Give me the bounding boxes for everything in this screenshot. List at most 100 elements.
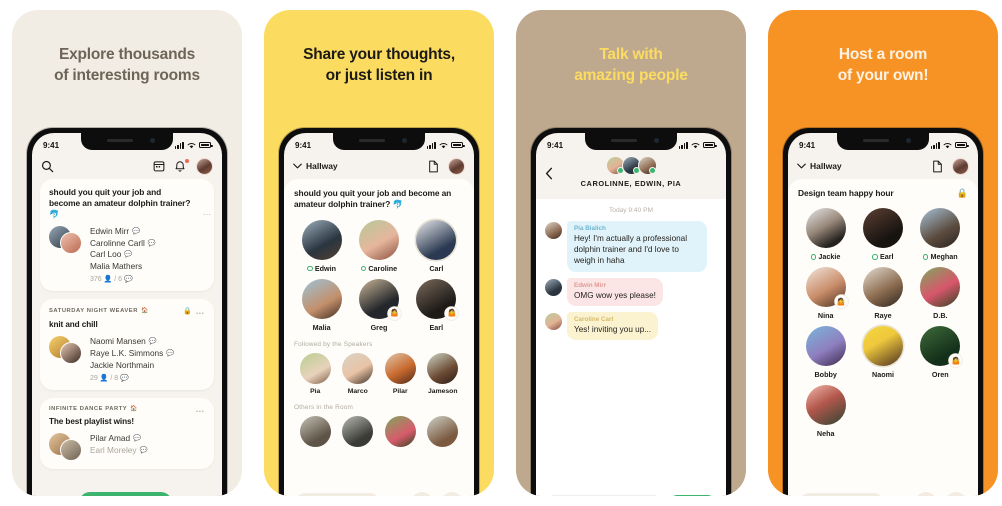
avatar[interactable]: [196, 157, 213, 175]
others-grid: [294, 415, 465, 447]
speaker-name: Carolinne Carll 💬: [90, 237, 156, 248]
bottom-bar: + Start a room: [32, 486, 222, 496]
hallway-label: Hallway: [810, 161, 842, 171]
lock-icon: 🔒: [183, 308, 193, 316]
avatar: [299, 352, 331, 384]
speaker-item[interactable]: 🤷 Earl: [409, 278, 464, 332]
person-item[interactable]: Marco: [337, 352, 380, 395]
avatar: [384, 352, 416, 384]
avatar: [920, 208, 961, 249]
chat-message: Edwin Mirr OMG wow yes please!: [545, 277, 717, 306]
speaker-item[interactable]: 🤷 Oren: [913, 326, 968, 379]
start-room-button[interactable]: + Start a room: [79, 492, 173, 496]
room-card-title: should you quit your job and become an a…: [49, 187, 191, 219]
speaker-item[interactable]: Bobby: [798, 326, 853, 379]
speaker-item[interactable]: Jackie: [798, 208, 853, 261]
person-item[interactable]: [294, 415, 337, 447]
status-time: 9:41: [799, 140, 816, 150]
speaker-item[interactable]: 🤷 Nina: [798, 267, 853, 320]
phone-notch: [585, 133, 677, 150]
speaker-name: Malia: [312, 322, 331, 332]
room-card[interactable]: INFINITE DANCE PARTY 🏠 … The best playli…: [40, 398, 214, 470]
message-author: Pia Bialich: [574, 225, 606, 232]
hallway-dropdown[interactable]: Hallway: [293, 161, 338, 171]
lock-icon: 🔒: [956, 188, 968, 198]
app-header: [32, 153, 222, 179]
speaker-name: Earl: [429, 322, 444, 332]
phone-frame: 9:41 Hallway: [279, 128, 479, 496]
avatar[interactable]: [448, 157, 465, 175]
message-text: OMG wow yes please!: [574, 290, 656, 300]
leave-quietly-button[interactable]: ✋ Leave quietly: [799, 492, 885, 496]
speaker-item[interactable]: D.B.: [913, 267, 968, 320]
avatar: 🤷: [416, 278, 459, 320]
chat-glyph-icon: 💬: [124, 251, 133, 259]
document-icon[interactable]: [428, 160, 439, 173]
message-input[interactable]: [546, 494, 663, 496]
room-card[interactable]: SATURDAY NIGHT WEAVER 🏠 🔒 … knit and chi…: [40, 299, 214, 391]
avatar: [862, 326, 903, 367]
speaker-name: Carl Loo 💬: [90, 249, 133, 260]
avatar: [637, 156, 657, 175]
message-author: Edwin Mirr: [574, 281, 607, 289]
create-room-button[interactable]: + Room: [669, 494, 716, 496]
speaker-item[interactable]: Meghan: [913, 208, 968, 261]
room-card-menu[interactable]: …: [195, 405, 205, 414]
add-people-button[interactable]: +: [915, 492, 937, 496]
message-bubble: Pia Bialich Hey! I'm actually a professi…: [567, 221, 707, 272]
room-card-menu[interactable]: …: [195, 307, 205, 316]
speaker-item[interactable]: Edwin: [294, 219, 349, 273]
speaker-item[interactable]: Raye: [855, 267, 910, 320]
hallway-label: Hallway: [306, 161, 338, 171]
hallway-dropdown[interactable]: Hallway: [797, 161, 842, 171]
avatar: [920, 267, 961, 308]
speaker-item[interactable]: Neha: [798, 385, 853, 438]
speaker-names: Edwin Mirr 💬 Carolinne Carll 💬 Carl Loo 💬 M…: [90, 226, 205, 283]
raise-hand-button[interactable]: ✋: [945, 492, 967, 496]
phone-frame: 9:41 Hallway: [783, 128, 983, 496]
house-icon: 🏠: [140, 308, 149, 315]
person-item[interactable]: [379, 415, 422, 447]
room-card-menu[interactable]: …: [202, 208, 212, 217]
speaker-name: Raye: [874, 311, 892, 321]
battery-icon: [451, 142, 465, 148]
speaker-item[interactable]: Malia: [294, 278, 349, 332]
wifi-icon: [439, 142, 448, 148]
speaker-name: Neha: [816, 429, 835, 439]
room-counts: 29 👤 / 8 💬: [90, 375, 129, 383]
avatar: [299, 415, 331, 447]
avatar: [805, 326, 846, 367]
person-item[interactable]: Pilar: [379, 352, 422, 395]
speaker-item[interactable]: Carl: [409, 219, 464, 273]
avatar[interactable]: [952, 157, 969, 175]
chat-glyph-icon: 💬: [132, 228, 141, 235]
speaker-names: Naomi Mansen 💬 Raye L.K. Simmons 💬 Jackie …: [90, 336, 205, 382]
speaker-item[interactable]: 🤷 Greg: [351, 278, 406, 332]
leave-quietly-button[interactable]: ✋ Leave quietly: [295, 492, 381, 496]
speaker-name: Oren: [931, 370, 949, 380]
avatar: [384, 415, 416, 447]
person-item[interactable]: [337, 415, 380, 447]
chat-messages[interactable]: Today 9:40 PM Pia Bialich Hey! I'm actua…: [536, 199, 726, 486]
person-item[interactable]: Pia: [294, 352, 337, 395]
bell-icon[interactable]: [174, 157, 190, 173]
add-people-button[interactable]: +: [411, 492, 433, 496]
rooms-feed[interactable]: should you quit your job and become an a…: [32, 179, 222, 496]
status-time: 9:41: [547, 140, 564, 150]
app-store-screenshot-gallery: Explore thousands of interesting rooms 9…: [0, 0, 1002, 506]
live-indicator-icon: [360, 265, 367, 272]
room-card[interactable]: should you quit your job and become an a…: [40, 179, 214, 292]
back-chevron-icon[interactable]: [545, 167, 553, 180]
avatar: [545, 278, 562, 296]
speaker-item[interactable]: Caroline: [351, 219, 406, 273]
avatar: [342, 352, 374, 384]
document-icon[interactable]: [932, 160, 943, 173]
speaker-item[interactable]: Naomi: [855, 326, 910, 379]
search-icon[interactable]: [41, 160, 54, 173]
status-time: 9:41: [295, 140, 312, 150]
person-item[interactable]: Jameson: [422, 352, 465, 395]
person-item[interactable]: [422, 415, 465, 447]
speaker-item[interactable]: Earl: [855, 208, 910, 261]
raise-hand-button[interactable]: ✋: [441, 492, 463, 496]
calendar-icon[interactable]: [153, 160, 165, 172]
